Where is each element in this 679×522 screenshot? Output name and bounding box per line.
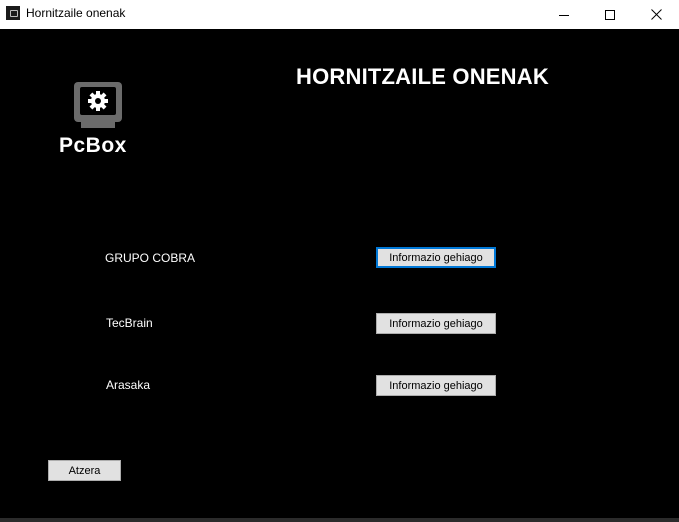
title-bar[interactable]: Hornitzaile onenak: [0, 0, 679, 29]
more-info-button-grupo-cobra[interactable]: Informazio gehiago: [376, 247, 496, 268]
close-button[interactable]: [633, 0, 679, 29]
supplier-label-arasaka: Arasaka: [106, 378, 151, 392]
maximize-button[interactable]: [587, 0, 633, 29]
app-icon: [6, 6, 20, 20]
maximize-icon: [605, 9, 615, 20]
more-info-button-tecbrain[interactable]: Informazio gehiago: [376, 313, 496, 334]
logo-text: PcBox: [59, 134, 127, 157]
minimize-icon: [559, 14, 569, 16]
back-button[interactable]: Atzera: [48, 460, 121, 481]
page-title: HORNITZAILE ONENAK: [296, 64, 549, 89]
close-icon: [650, 9, 662, 20]
supplier-label-tecbrain: TecBrain: [106, 316, 153, 330]
minimize-button[interactable]: [541, 0, 587, 29]
window-bottom-border: [0, 518, 679, 522]
window-title: Hornitzaile onenak: [26, 6, 126, 20]
more-info-button-arasaka[interactable]: Informazio gehiago: [376, 375, 496, 396]
main-window: Hornitzaile onenak HORNITZAILE ONENAK Pc…: [0, 0, 679, 522]
supplier-label-grupo-cobra: GRUPO COBRA: [105, 251, 196, 265]
